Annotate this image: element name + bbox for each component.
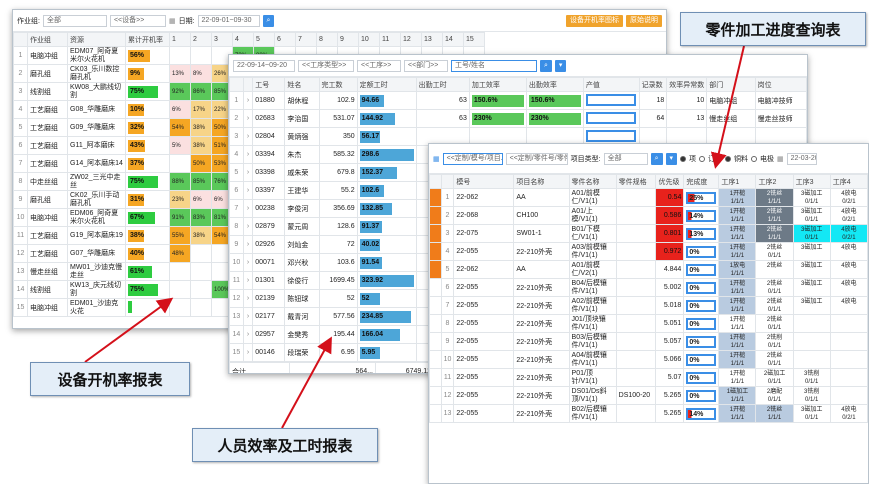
callout-progress-report: 零件加工进度查询表 (680, 12, 866, 46)
arrow-uptime (84, 297, 174, 363)
annotation-arrows (84, 45, 745, 429)
callout-uptime-report: 设备开机率报表 (30, 362, 190, 396)
callout-efficiency-report: 人员效率及工时报表 (192, 428, 378, 462)
arrow-efficiency (281, 336, 332, 429)
arrow-progress (710, 45, 745, 169)
